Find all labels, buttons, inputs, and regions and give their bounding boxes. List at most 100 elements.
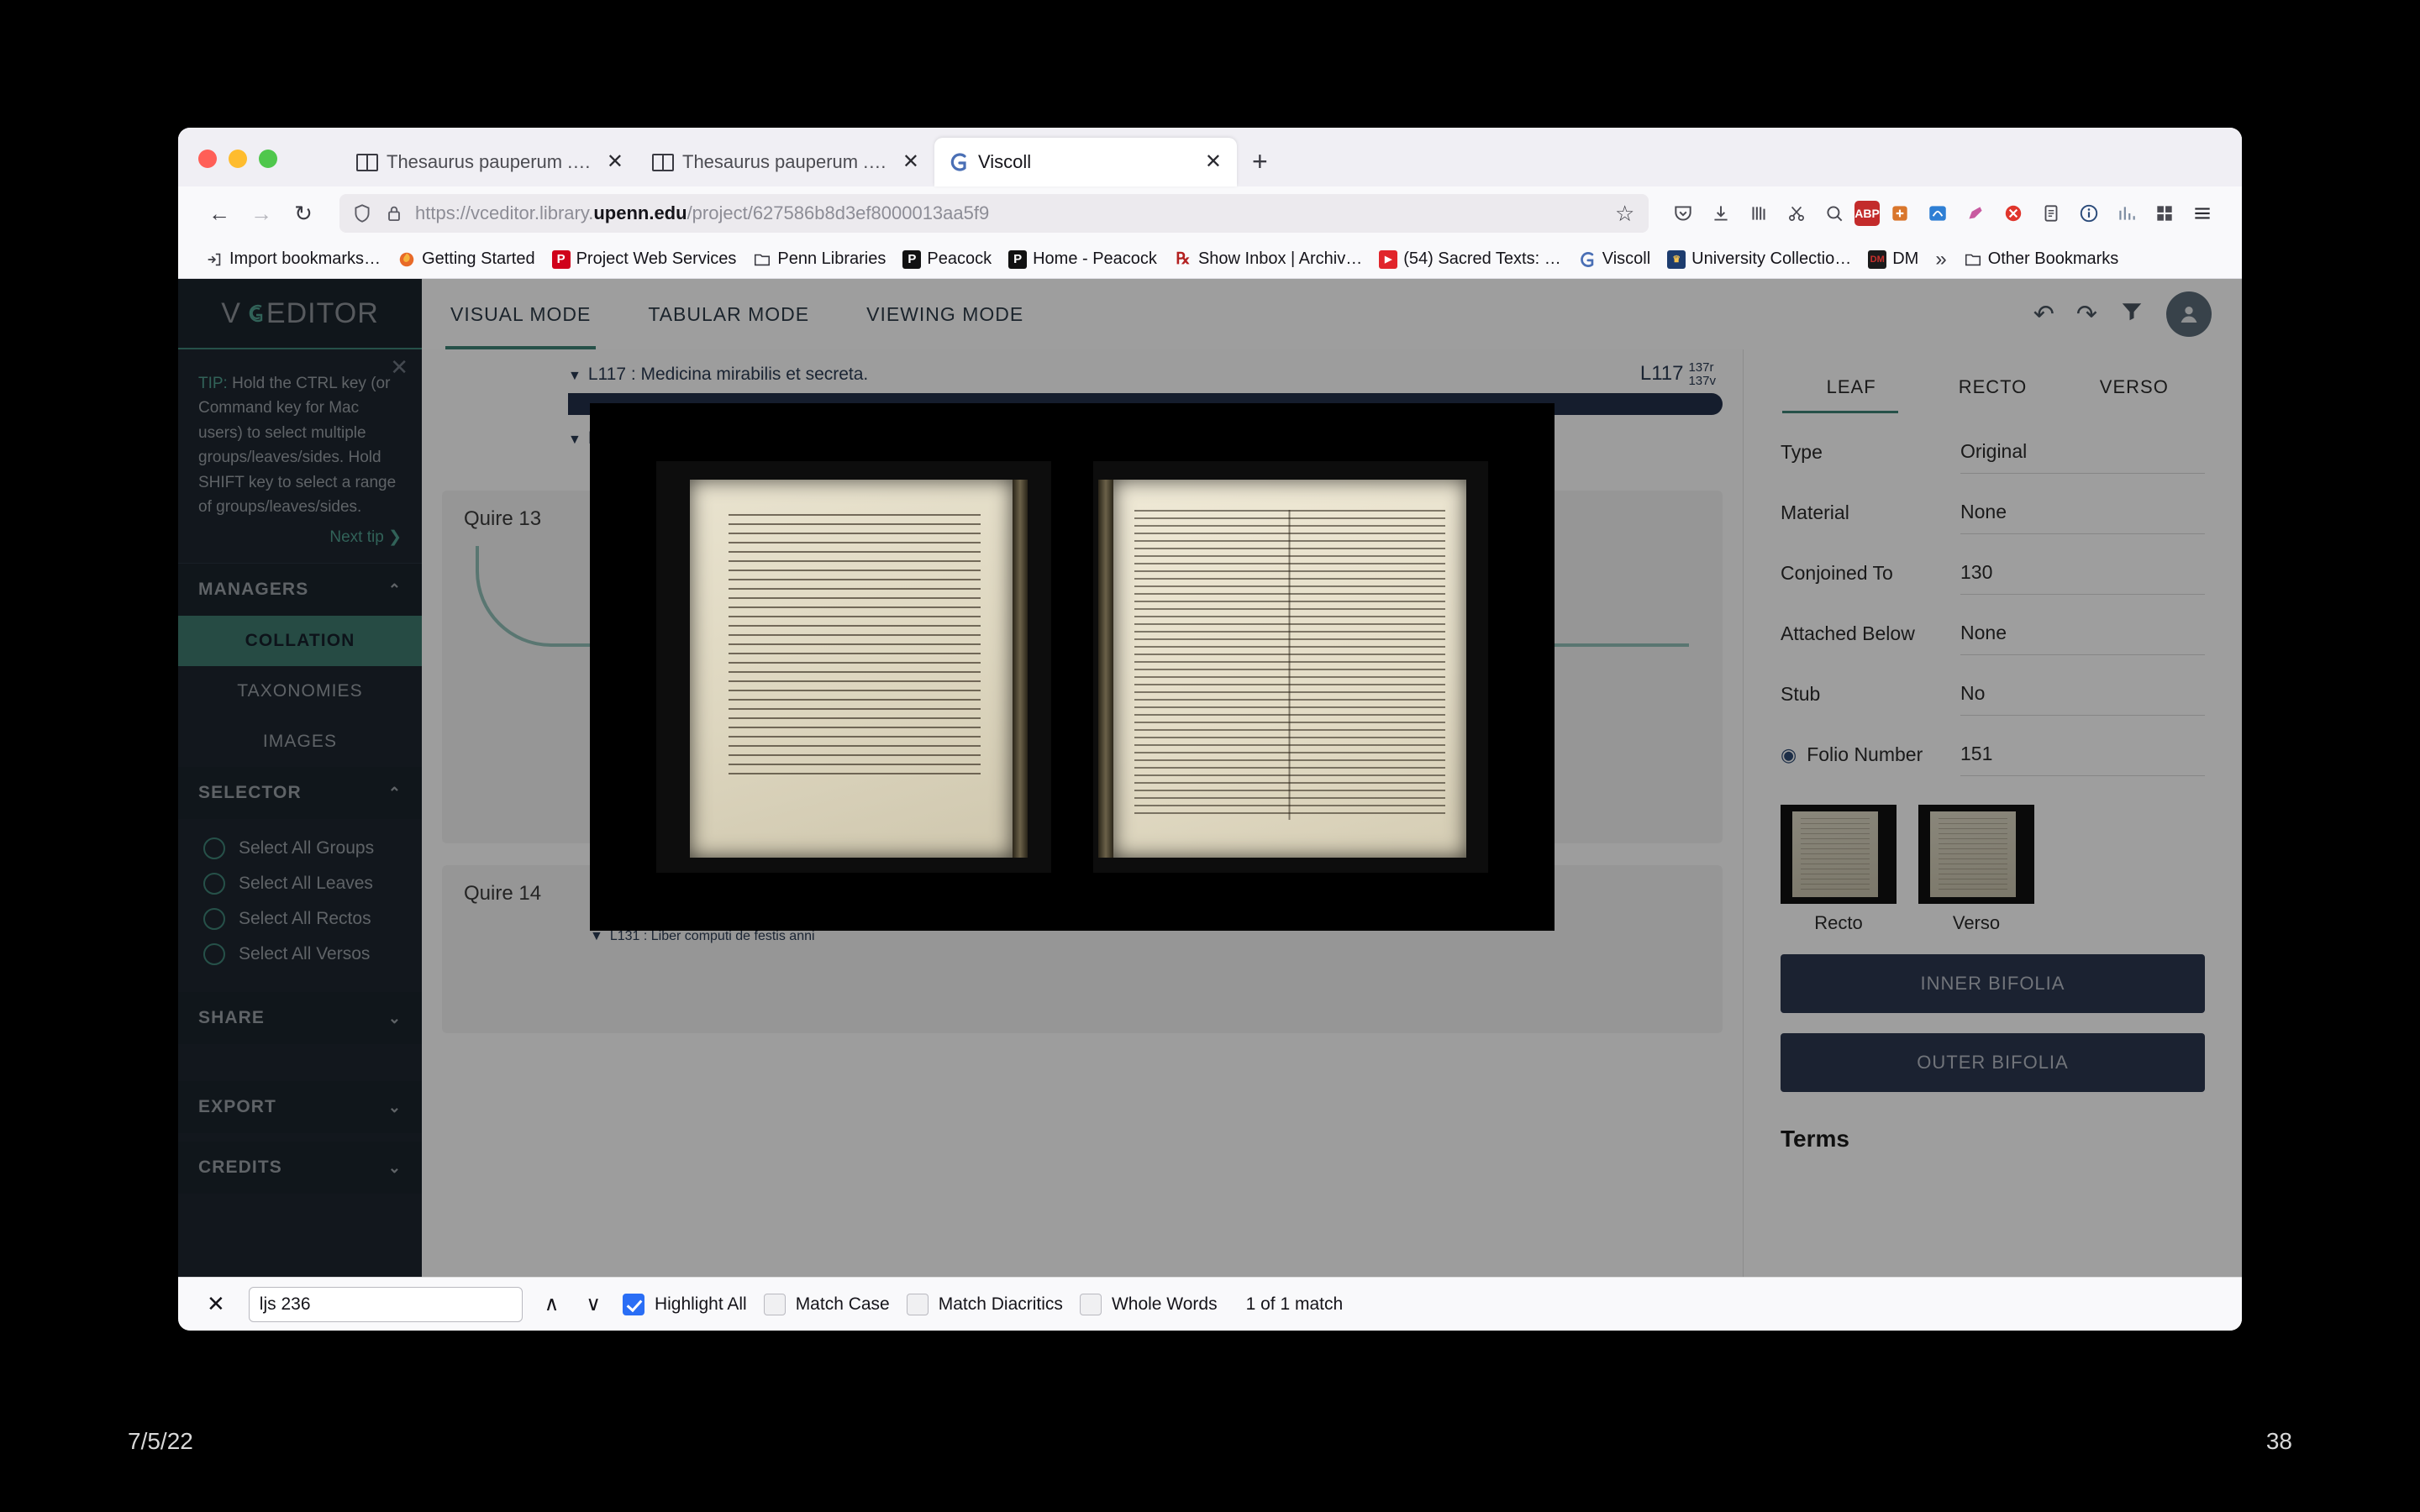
new-tab-button[interactable]: + — [1237, 148, 1283, 186]
tab-title: Viscoll — [978, 151, 1032, 172]
bookmarks-overflow-button[interactable]: » — [1928, 244, 1953, 275]
upenn-crest-icon: ♛ — [1667, 249, 1686, 269]
option-whole-words[interactable]: Whole Words — [1079, 1293, 1218, 1315]
archive-icon: ℞ — [1176, 250, 1191, 268]
book-icon — [356, 152, 378, 172]
bookmark-penn-libraries[interactable]: Penn Libraries — [746, 246, 892, 272]
info-icon[interactable] — [2071, 196, 2107, 231]
bookmark-label: (54) Sacred Texts: … — [1403, 249, 1561, 268]
browser-tab-1[interactable]: Thesaurus pauperum ... [etc.]. ✕ — [343, 138, 639, 186]
bookmark-label: Getting Started — [422, 249, 535, 268]
find-previous-button[interactable]: ∧ — [539, 1292, 565, 1316]
find-next-button[interactable]: ∨ — [581, 1292, 606, 1316]
browser-tab-3-active[interactable]: Viscoll ✕ — [934, 138, 1237, 186]
close-icon[interactable]: ✕ — [1202, 150, 1225, 174]
find-input[interactable] — [248, 1286, 523, 1322]
chart-icon[interactable] — [2109, 196, 2144, 231]
browser-tab-2[interactable]: Thesaurus pauperum ... [etc.]; [m ✕ — [639, 138, 934, 186]
menu-icon[interactable] — [2185, 196, 2220, 231]
penn-p-icon: P — [551, 249, 571, 269]
peacock-icon: P — [1008, 249, 1028, 269]
bookmark-viscoll[interactable]: Viscoll — [1571, 246, 1657, 272]
dm-icon: DM — [1868, 249, 1887, 269]
folder-icon — [753, 250, 771, 269]
option-label: Highlight All — [654, 1294, 747, 1314]
bookmark-label: Home - Peacock — [1033, 249, 1157, 268]
bookmark-home-peacock[interactable]: P Home - Peacock — [1002, 246, 1164, 272]
option-match-diacritics[interactable]: Match Diacritics — [906, 1293, 1063, 1315]
option-label: Match Case — [795, 1294, 890, 1314]
minimize-window-button[interactable] — [229, 150, 247, 168]
reload-button[interactable]: ↻ — [284, 194, 323, 233]
bookmark-project-web-services[interactable]: P Project Web Services — [545, 246, 744, 272]
option-label: Whole Words — [1111, 1294, 1218, 1314]
checkbox-icon[interactable] — [622, 1293, 644, 1315]
close-window-button[interactable] — [198, 150, 217, 168]
bookmark-university-collections[interactable]: ♛ University Collectio… — [1660, 246, 1858, 272]
peacock-icon: P — [902, 249, 922, 269]
option-match-case[interactable]: Match Case — [763, 1293, 890, 1315]
shield-icon[interactable] — [351, 202, 373, 224]
find-match-count: 1 of 1 match — [1245, 1294, 1344, 1314]
close-icon[interactable]: ✕ — [603, 150, 627, 174]
library-icon[interactable] — [1741, 196, 1776, 231]
maximize-window-button[interactable] — [259, 150, 277, 168]
viscoll-icon — [1578, 250, 1597, 269]
import-icon — [205, 250, 224, 269]
bookmark-import-bookmarks[interactable]: Import bookmarks… — [198, 246, 387, 272]
browser-window: Thesaurus pauperum ... [etc.]. ✕ Thesaur… — [178, 128, 2242, 1331]
bookmark-other-bookmarks[interactable]: Other Bookmarks — [1957, 246, 2126, 272]
forward-button[interactable]: → — [242, 194, 281, 233]
close-icon[interactable]: ✕ — [200, 1291, 232, 1317]
grid-icon[interactable] — [2147, 196, 2182, 231]
zoom-icon[interactable] — [1817, 196, 1852, 231]
back-button[interactable]: ← — [200, 194, 239, 233]
viscoll-icon — [948, 151, 970, 173]
checkbox-icon[interactable] — [906, 1293, 929, 1315]
option-label: Match Diacritics — [938, 1294, 1063, 1314]
checkbox-icon[interactable] — [763, 1293, 786, 1315]
block-icon[interactable] — [1996, 196, 2031, 231]
find-bar: ✕ ∧ ∨ Highlight All Match Case Match Dia… — [178, 1277, 2242, 1331]
viscoll-app: ▼ L117 : Medicina mirabilis et secreta. L… — [178, 279, 2242, 1331]
window-controls[interactable] — [198, 150, 277, 168]
bookmark-label: Import bookmarks… — [229, 249, 381, 268]
address-bar[interactable]: https://vceditor.library.upenn.edu/proje… — [339, 194, 1649, 233]
highlighter-icon[interactable] — [1958, 196, 1993, 231]
pocket-icon[interactable] — [1665, 196, 1701, 231]
download-icon[interactable] — [1703, 196, 1739, 231]
bookmark-label: University Collectio… — [1691, 249, 1852, 268]
image-lightbox[interactable] — [590, 403, 1555, 931]
manuscript-page-left[interactable] — [656, 461, 1051, 873]
option-highlight-all[interactable]: Highlight All — [622, 1293, 747, 1315]
bookmark-sacred-texts[interactable]: ▶ (54) Sacred Texts: … — [1372, 246, 1567, 272]
checkbox-icon[interactable] — [1079, 1293, 1102, 1315]
bookmark-label: Other Bookmarks — [1987, 249, 2119, 268]
bookmark-label: Penn Libraries — [777, 249, 886, 268]
bluesky-icon[interactable] — [1920, 196, 1955, 231]
slide-number: 38 — [2265, 1428, 2292, 1454]
bookmark-dm[interactable]: DM DM — [1861, 246, 1925, 272]
bookmark-label: DM — [1892, 249, 1919, 268]
tab-title: Thesaurus pauperum ... [etc.]. — [387, 151, 595, 172]
firefox-icon — [397, 250, 416, 269]
extension-icon[interactable] — [1882, 196, 1918, 231]
book-icon — [652, 152, 674, 172]
url-text: https://vceditor.library.upenn.edu/proje… — [415, 202, 990, 223]
youtube-icon: ▶ — [1379, 249, 1398, 269]
bookmark-star-icon[interactable]: ☆ — [1615, 202, 1637, 224]
slide-date: 7/5/22 — [128, 1428, 193, 1454]
close-icon[interactable]: ✕ — [899, 150, 923, 174]
lock-icon[interactable] — [383, 202, 405, 224]
reader-icon[interactable] — [2033, 196, 2069, 231]
cut-icon[interactable] — [1779, 196, 1814, 231]
adblock-icon[interactable]: ABP — [1854, 201, 1880, 226]
bookmark-getting-started[interactable]: Getting Started — [391, 246, 542, 272]
manuscript-page-right[interactable] — [1093, 461, 1488, 873]
chevron-double-right-icon: » — [1935, 247, 1947, 270]
tab-strip: Thesaurus pauperum ... [etc.]. ✕ Thesaur… — [178, 128, 2242, 186]
bookmark-peacock[interactable]: P Peacock — [896, 246, 998, 272]
bookmark-label: Viscoll — [1602, 249, 1651, 268]
bookmark-show-inbox-archive[interactable]: ℞ Show Inbox | Archiv… — [1167, 246, 1369, 272]
tab-title: Thesaurus pauperum ... [etc.]; [m — [682, 151, 891, 172]
